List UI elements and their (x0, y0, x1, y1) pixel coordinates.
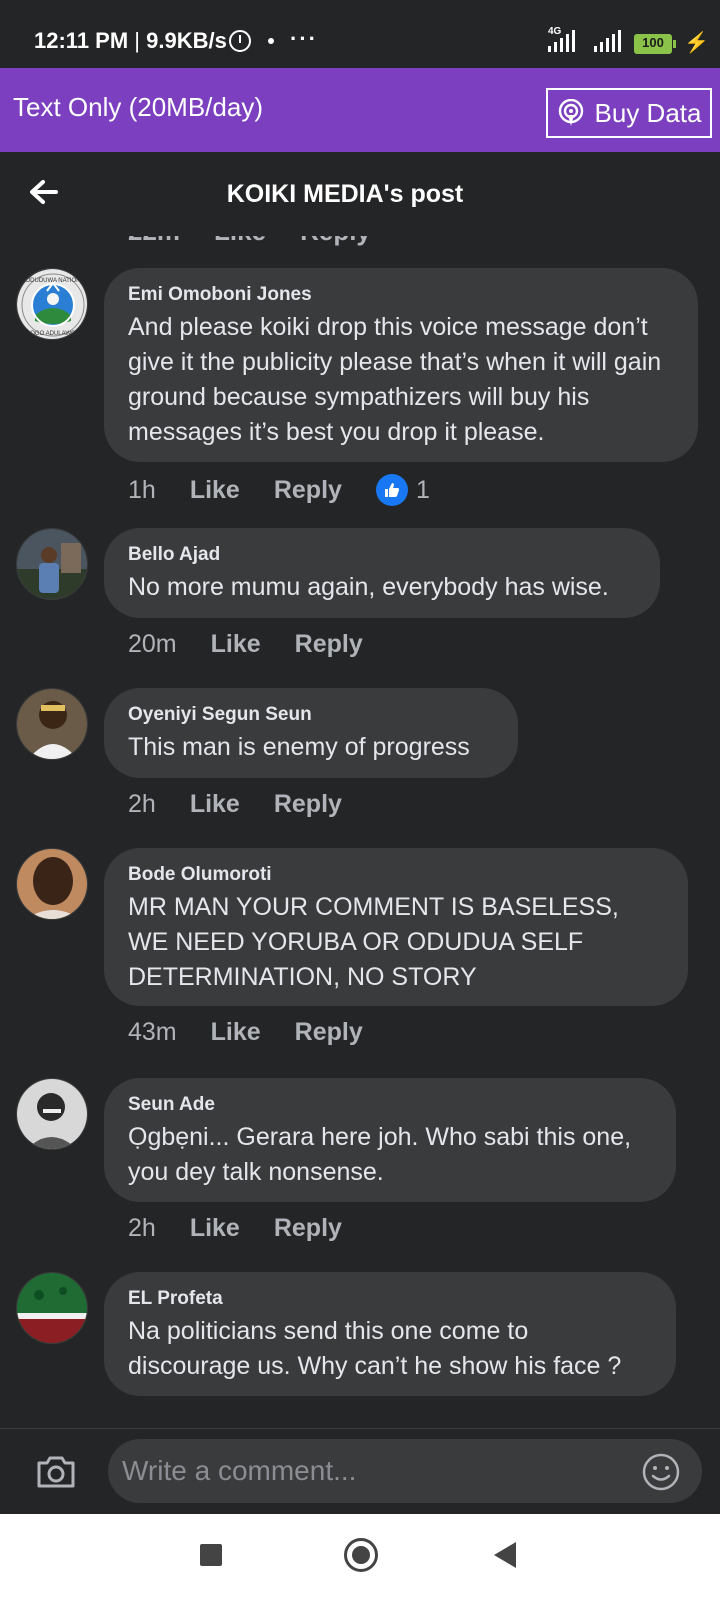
comment-bubble[interactable]: Seun Ade Ọgbẹni... Gerara here joh. Who … (104, 1078, 676, 1202)
buy-data-button[interactable]: Buy Data (546, 88, 712, 138)
comment-text: No more mumu again, everybody has wise. (128, 573, 609, 601)
reply-action[interactable]: Reply (295, 630, 363, 659)
buy-data-label: Buy Data (594, 97, 702, 128)
previous-comment-actions: 22m Like Reply (128, 236, 371, 247)
logo-top-text: ODUDUWA NATION (26, 278, 81, 284)
like-action[interactable]: Like (214, 236, 266, 247)
comment-time: 2h (128, 1214, 156, 1242)
comment-text: And please koiki drop this voice message… (128, 313, 662, 446)
profile-photo-icon (17, 529, 87, 599)
comment-author[interactable]: Bello Ajad (128, 544, 636, 566)
reaction-count[interactable]: 1 (416, 476, 430, 505)
comment-text: MR MAN YOUR COMMENT IS BASELESS, WE NEED… (128, 893, 619, 991)
broadcast-icon (558, 99, 583, 126)
comment-bubble[interactable]: Oyeniyi Segun Seun This man is enemy of … (104, 688, 518, 778)
comment-input[interactable] (108, 1439, 702, 1503)
comment-text: This man is enemy of progress (128, 733, 470, 761)
comment-list: 22m Like Reply ODUDUWA NATION OGO ADULAW… (0, 236, 720, 1428)
comment-author[interactable]: Seun Ade (128, 1094, 652, 1116)
emoji-icon[interactable] (642, 1453, 680, 1491)
like-action[interactable]: Like (190, 476, 240, 505)
comment-bubble[interactable]: Bode Olumoroti MR MAN YOUR COMMENT IS BA… (104, 848, 688, 1006)
clock-text: 12:11 PM (34, 28, 129, 53)
status-bar: 12:11 PM | 9.9KB/s ··· 4G 100 ⚡ (0, 0, 720, 68)
comment-text: Ọgbẹni... Gerara here joh. Who sabi this… (128, 1123, 632, 1186)
comment-actions: 2h Like Reply (128, 1214, 376, 1243)
thumbs-up-icon[interactable] (375, 474, 408, 506)
like-action[interactable]: Like (211, 1018, 261, 1047)
signal-icon (594, 30, 621, 52)
notification-dot-icon (268, 38, 274, 44)
post-header: KOIKI MEDIA's post (0, 152, 720, 236)
comment-composer (0, 1428, 720, 1514)
data-plan-text: Text Only (20MB/day) (13, 92, 263, 122)
comment-actions: 43m Like Reply (128, 1018, 397, 1047)
comment-author[interactable]: EL Profeta (128, 1288, 652, 1310)
status-time: 12:11 PM | 9.9KB/s (34, 28, 227, 54)
avatar[interactable] (16, 848, 88, 920)
like-action[interactable]: Like (190, 790, 240, 819)
avatar[interactable] (16, 528, 88, 600)
battery-icon: 100 (634, 34, 672, 54)
comment-bubble[interactable]: Emi Omoboni Jones And please koiki drop … (104, 268, 698, 462)
comment-actions: 20m Like Reply (128, 630, 397, 659)
like-action[interactable]: Like (211, 630, 261, 659)
avatar[interactable] (16, 688, 88, 760)
reply-action[interactable]: Reply (274, 476, 342, 505)
page-title: KOIKI MEDIA's post (226, 180, 464, 208)
separator: | (134, 28, 141, 53)
comment-actions: 1h Like Reply 1 (128, 474, 430, 506)
battery-tip (673, 40, 676, 48)
comment-author[interactable]: Emi Omoboni Jones (128, 284, 674, 306)
comment-author[interactable]: Bode Olumoroti (128, 864, 664, 886)
comment-text: Na politicians send this one come to dis… (128, 1317, 622, 1380)
reply-action[interactable]: Reply (295, 1018, 363, 1047)
reply-action[interactable]: Reply (300, 236, 371, 247)
charging-icon: ⚡ (684, 32, 709, 54)
more-notifications-icon: ··· (290, 26, 318, 51)
data-plan-banner: Text Only (20MB/day) Buy Data (0, 68, 720, 152)
comment-actions: 2h Like Reply (128, 790, 376, 819)
recent-apps-icon[interactable] (200, 1544, 222, 1566)
battery-level: 100 (642, 35, 664, 50)
comment-time: 2h (128, 790, 156, 818)
avatar[interactable] (16, 1078, 88, 1150)
profile-photo-icon (17, 689, 87, 759)
avatar[interactable]: ODUDUWA NATION OGO ADULAWO (16, 268, 88, 340)
comment-bubble[interactable]: EL Profeta Na politicians send this one … (104, 1272, 676, 1396)
profile-photo-icon (17, 1079, 87, 1149)
alarm-icon (229, 30, 251, 52)
system-navigation-bar (0, 1514, 720, 1600)
comment-time: 20m (128, 630, 177, 658)
comment-time: 1h (128, 475, 156, 504)
comment-author[interactable]: Oyeniyi Segun Seun (128, 704, 494, 726)
network-speed: 9.9KB/s (146, 28, 227, 53)
oduduwa-logo-icon: ODUDUWA NATION OGO ADULAWO (17, 269, 87, 339)
profile-photo-icon (17, 849, 87, 919)
profile-photo-icon (17, 1273, 87, 1343)
comment-bubble[interactable]: Bello Ajad No more mumu again, everybody… (104, 528, 660, 618)
reply-action[interactable]: Reply (274, 790, 342, 819)
camera-icon[interactable] (36, 1455, 76, 1489)
comment-time: 43m (128, 1018, 177, 1046)
reply-action[interactable]: Reply (274, 1214, 342, 1243)
home-icon[interactable] (344, 1538, 378, 1572)
logo-bottom-text: OGO ADULAWO (30, 331, 76, 337)
back-icon[interactable] (494, 1542, 516, 1568)
like-action[interactable]: Like (190, 1214, 240, 1243)
avatar[interactable] (16, 1272, 88, 1344)
comment-time: 22m (128, 236, 180, 247)
